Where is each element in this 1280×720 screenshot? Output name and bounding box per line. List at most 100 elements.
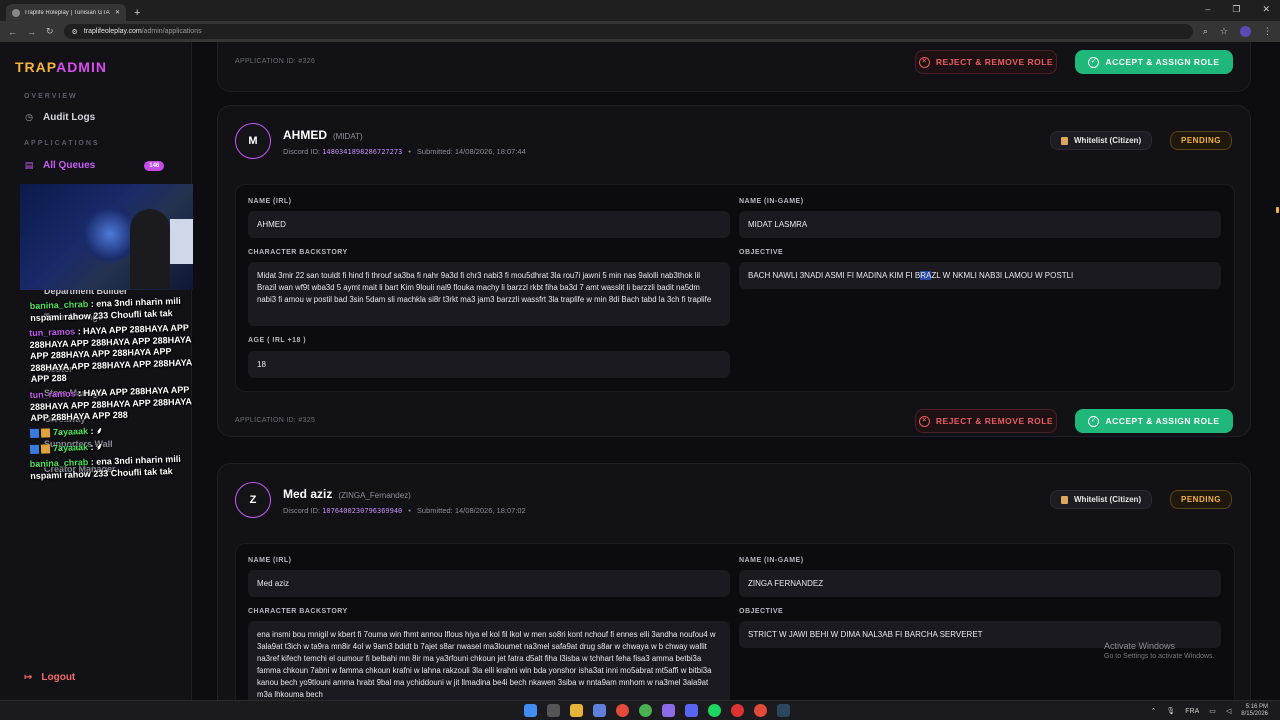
chrome-active-icon[interactable] [754,704,767,717]
mic-icon[interactable]: 🎙 [1166,707,1175,715]
accept-assign-role-button[interactable]: ✓ ACCEPT & ASSIGN ROLE [1075,50,1233,74]
label-name-irl: NAME (IRL) [248,198,292,205]
maximize-button[interactable]: ❐ [1232,4,1240,15]
chat-badge-icon [40,428,51,438]
applicant-name: Med aziz (ZINGA_Fernandez) [283,487,411,501]
application-type-pill: Whitelist (Citizen) [1050,131,1153,150]
url-path: /admin/applications [141,28,202,35]
label-objective: OBJECTIVE [739,608,784,615]
reject-remove-role-button[interactable]: × REJECT & REMOVE ROLE [915,50,1057,74]
application-card-325: M AHMED (MIDAT) Discord ID: 1480341898286… [217,105,1251,437]
minimize-button[interactable]: – [1205,4,1210,15]
chat-username: tun_ramos [29,387,76,400]
chat-text: : ⸙ [87,441,103,452]
field-backstory: ena insmi bou mnigil w kbert fi 7ouma wi… [248,621,730,700]
chat-message: banina_chrab : ena 3ndi nharin mili nspa… [30,295,206,324]
field-age: 18 [248,351,730,378]
application-id: APPLICATION ID: #325 [235,417,316,424]
field-name-irl: AHMED [248,211,730,238]
discord-icon[interactable] [685,704,698,717]
file-explorer-icon[interactable] [570,704,583,717]
bookmark-star-icon[interactable]: ☆ [1220,26,1228,37]
logout-button[interactable]: ↦ Logout [24,672,75,683]
application-id: APPLICATION ID: #326 [235,58,316,65]
label-name-ingame: NAME (IN-GAME) [739,557,804,564]
status-badge: PENDING [1170,490,1232,509]
application-card-next: Z Med aziz (ZINGA_Fernandez) Discord ID: … [217,463,1251,700]
system-clock[interactable]: 5:16 PM 8/15/2026 [1241,704,1268,718]
reload-icon[interactable]: ↻ [46,26,54,37]
browser-tab[interactable]: Traplife Roleplay | Tunisian GTA ✕ [6,4,126,21]
section-overview: OVERVIEW [24,93,78,100]
windows-start-icon[interactable] [524,704,537,717]
text-selection: RA [920,271,932,280]
toolbar-icons: ⌕ ☆ ⋮ [1203,26,1272,37]
label-name-ingame: NAME (IN-GAME) [739,198,804,205]
chat-message: banina_chrab : ena 3ndi nharin mili nspa… [30,453,206,482]
new-tab-button[interactable]: + [134,7,140,19]
chat-text: : ⸙ [87,425,103,437]
webcam-person [130,209,170,289]
media-icon[interactable] [731,704,744,717]
sidebar-item-audit-logs[interactable]: ◷ Audit Logs [24,112,95,123]
discord-id: 1480341898286727273 [322,148,403,156]
accept-assign-role-button[interactable]: ✓ ACCEPT & ASSIGN ROLE [1075,409,1233,433]
chrome-profile-icon[interactable] [639,704,652,717]
chat-badge-icon [29,444,40,454]
x-circle-icon: × [918,56,930,68]
language-indicator[interactable]: FRA [1185,708,1199,715]
applicant-avatar: Z [235,482,271,518]
tab-close-icon[interactable]: ✕ [115,9,120,16]
spotify-icon[interactable] [708,704,721,717]
tab-title: Traplife Roleplay | Tunisian GTA [24,9,110,16]
check-circle-icon: ✓ [1088,415,1100,427]
taskbar-apps [524,704,790,717]
clock-icon: ◷ [25,112,33,122]
reject-remove-role-button[interactable]: × REJECT & REMOVE ROLE [915,409,1057,433]
address-bar[interactable]: ⚙ traplifeoleplay.com/admin/applications [63,24,1193,39]
steam-icon[interactable] [777,704,790,717]
application-type-pill: Whitelist (Citizen) [1050,490,1153,509]
chat-username: 7ayaaak [52,441,89,453]
field-backstory: Midat 3mir 22 san touldt fi hind fi thro… [248,262,730,326]
application-fields: NAME (IRL) AHMED NAME (IN-GAME) MIDAT LA… [235,184,1235,392]
applicant-ingame: (MIDAT) [333,132,363,141]
volume-icon[interactable]: ◁ [1226,707,1231,715]
site-info-icon[interactable]: ⚙ [72,28,78,36]
scroll-marker [1276,207,1279,213]
search-icon[interactable] [547,704,560,717]
brand-logo: TRAPADMIN [15,59,107,75]
windows-taskbar: ⌃ 🎙 FRA ▭ ◁ 5:16 PM 8/15/2026 [0,700,1280,720]
field-name-ingame: ZINGA FERNANDEZ [739,570,1221,597]
forward-icon[interactable]: → [27,27,36,37]
label-age: AGE ( IRL +18 ) [248,337,307,344]
network-icon[interactable]: ▭ [1209,707,1216,715]
field-objective: BACH NAWLI 3NADI ASMI FI MADINA KIM FI B… [739,262,1221,289]
activate-windows-watermark: Activate Windows Go to Settings to activ… [1104,641,1215,660]
applicant-ingame: (ZINGA_Fernandez) [338,491,411,500]
label-backstory: CHARACTER BACKSTORY [248,249,348,256]
sidebar-item-all-queues[interactable]: ▤ All Queues 146 [24,160,165,171]
favicon-icon [12,8,20,17]
close-window-button[interactable]: ✕ [1262,4,1270,15]
chevron-up-icon[interactable]: ⌃ [1151,707,1157,715]
clipboard-icon [1061,136,1068,145]
webcam-overlay [20,184,208,290]
label-name-irl: NAME (IRL) [248,557,292,564]
chat-badge-icon [29,428,40,439]
document-icon: ▤ [24,160,34,170]
applicant-meta: Discord ID: 1480341898286727273 • Submitte… [283,147,526,156]
logout-icon: ↦ [24,672,33,683]
submitted-time: Submitted: 14/08/2026, 18:07:44 [416,147,526,156]
chat-username: 7ayaaak [52,426,89,438]
zoom-icon[interactable]: ⌕ [1203,26,1208,37]
menu-dots-icon[interactable]: ⋮ [1263,26,1272,37]
application-fields: NAME (IRL) Med aziz NAME (IN-GAME) ZINGA… [235,543,1235,700]
profile-avatar[interactable] [1240,26,1251,37]
tab-bar: Traplife Roleplay | Tunisian GTA ✕ + – ❐… [0,0,1280,21]
chrome-icon[interactable] [616,704,629,717]
back-icon[interactable]: ← [8,27,17,37]
store-icon[interactable] [593,704,606,717]
app-icon[interactable] [662,704,675,717]
applications-main: APPLICATION ID: #326 × REJECT & REMOVE RO… [193,42,1280,700]
